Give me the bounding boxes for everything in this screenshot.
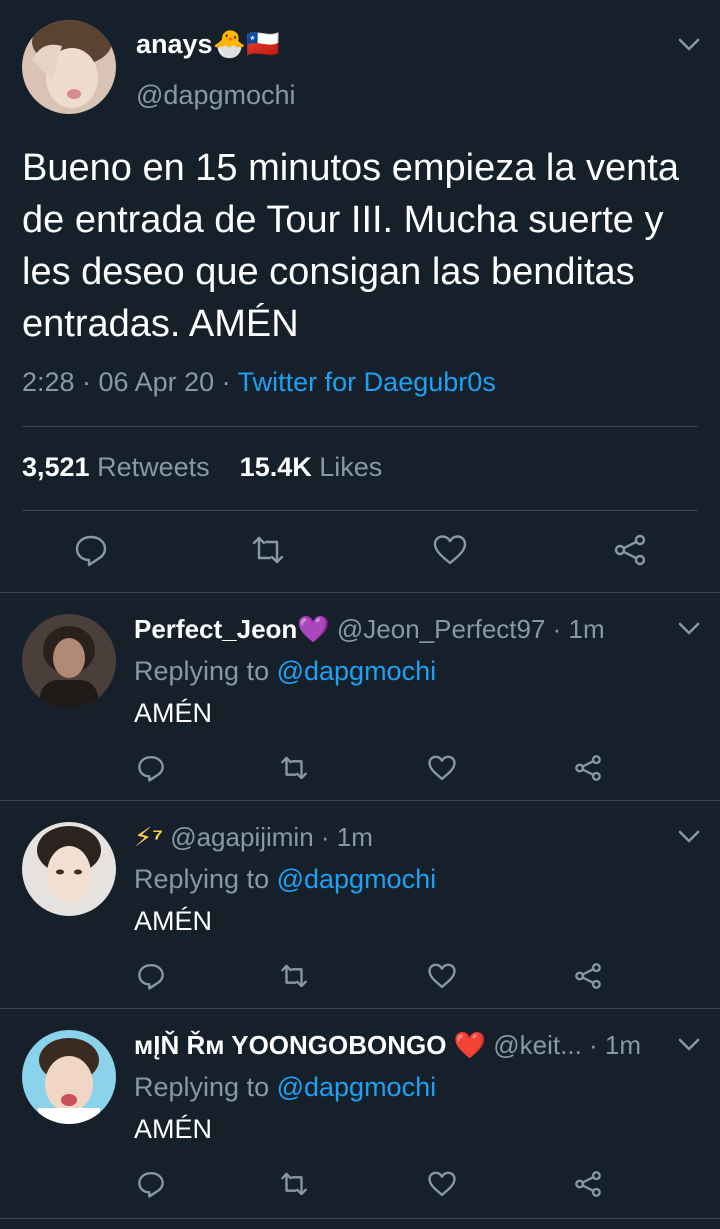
likes-count: 15.4K [239,452,312,482]
retweet-icon[interactable] [279,961,309,991]
replying-handle[interactable]: @dapgmochi [277,656,437,686]
display-name[interactable]: ⚡⁷ [134,822,163,852]
reply-icon[interactable] [73,532,109,568]
reply-header: Perfect_Jeon💜 @Jeon_Perfect97 · 1m [134,614,605,645]
reply-icon[interactable] [136,1169,166,1199]
handle-time[interactable]: @Jeon_Perfect97 · 1m [330,614,605,644]
source-link[interactable]: Twitter for Daegubr0s [238,367,496,397]
handle[interactable]: @dapgmochi [136,80,296,111]
share-icon[interactable] [612,532,648,568]
tweet-stats: 3,521 Retweets 15.4K Likes [22,452,382,483]
heart-icon[interactable] [432,532,468,568]
reply-icon[interactable] [136,961,166,991]
display-name[interactable]: Perfect_Jeon💜 [134,614,330,644]
reply-tweet[interactable]: Perfect_Jeon💜 @Jeon_Perfect97 · 1m Reply… [0,592,720,800]
retweets-label: Retweets [97,452,210,482]
replying-to: Replying to @dapgmochi [134,656,436,687]
likes-label: Likes [319,452,383,482]
handle-time[interactable]: @agapijimin · 1m [163,822,373,852]
replying-handle[interactable]: @dapgmochi [277,1072,437,1102]
chevron-down-icon[interactable] [678,1038,700,1052]
avatar[interactable] [22,20,116,114]
avatar[interactable] [22,822,116,916]
replying-label: Replying to [134,864,277,894]
display-name[interactable]: ᴍĮŇ Řᴍ YOONGOBONGO ❤️ [134,1030,486,1060]
replying-label: Replying to [134,1072,277,1102]
chevron-down-icon[interactable] [678,38,700,52]
timestamp: 2:28 · 06 Apr 20 · [22,367,238,397]
heart-icon[interactable] [427,961,457,991]
tweet-meta: 2:28 · 06 Apr 20 · Twitter for Daegubr0s [22,367,496,398]
reply-header: ⚡⁷ @agapijimin · 1m [134,822,373,853]
retweets-count: 3,521 [22,452,90,482]
chevron-down-icon[interactable] [678,622,700,636]
replying-handle[interactable]: @dapgmochi [277,864,437,894]
avatar[interactable] [22,614,116,708]
reply-text: AMÉN [134,906,213,936]
reply-text: AMÉN [134,698,213,728]
retweet-icon[interactable] [279,1169,309,1199]
replying-to: Replying to @dapgmochi [134,1072,436,1103]
display-name[interactable]: anays🐣🇨🇱 [136,28,280,60]
reply-tweet[interactable]: ᴍĮŇ Řᴍ YOONGOBONGO ❤️ @keit... · 1m Repl… [0,1008,720,1218]
reply-tweet[interactable]: ⚡⁷ @agapijimin · 1m Replying to @dapgmoc… [0,800,720,1008]
handle-time[interactable]: @keit... · 1m [486,1030,641,1060]
reply-icon[interactable] [136,753,166,783]
likes-stat[interactable]: 15.4K Likes [240,452,383,482]
replying-to: Replying to @dapgmochi [134,864,436,895]
retweet-icon[interactable] [250,532,286,568]
avatar[interactable] [22,1030,116,1124]
heart-icon[interactable] [427,753,457,783]
retweets-stat[interactable]: 3,521 Retweets [22,452,210,482]
reply-header: ᴍĮŇ Řᴍ YOONGOBONGO ❤️ @keit... · 1m [134,1030,641,1061]
share-icon[interactable] [573,961,603,991]
heart-icon[interactable] [427,1169,457,1199]
share-icon[interactable] [573,753,603,783]
reply-text: AMÉN [134,1114,213,1144]
retweet-icon[interactable] [279,753,309,783]
share-icon[interactable] [573,1169,603,1199]
divider [22,426,698,427]
tweet-text: Bueno en 15 minutos empieza la venta de … [22,147,679,345]
replying-label: Replying to [134,656,277,686]
divider [0,1218,720,1219]
chevron-down-icon[interactable] [678,830,700,844]
divider [22,510,698,511]
